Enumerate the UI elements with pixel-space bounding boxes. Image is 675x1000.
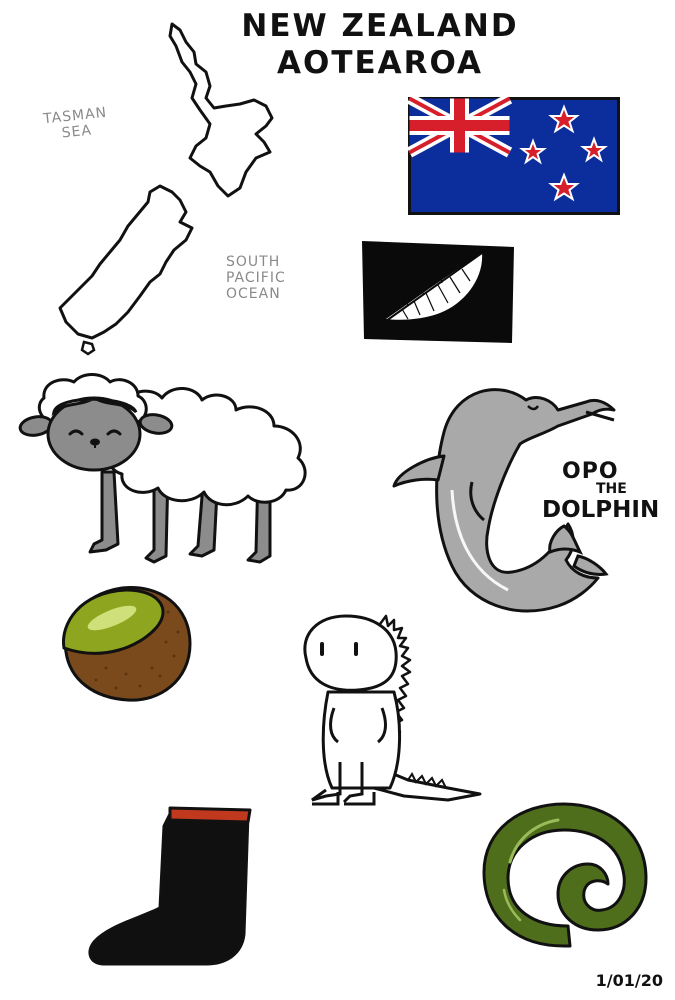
title-line-1: NEW ZEALAND [241,8,519,44]
pacific-ocean-label: SOUTH PACIFIC OCEAN [226,254,286,302]
dolphin-caption-line-2: THE [596,481,627,497]
nz-flag-icon [406,93,620,215]
tuatara-icon [303,614,482,806]
title-line-2: AOTEAROA [276,45,484,81]
dolphin-caption-line-3: DOLPHIN [542,497,660,523]
sheep-icon [18,373,307,564]
date-label: 1/01/20 [595,971,663,990]
tasman-sea-label: TASMAN SEA [42,104,108,142]
kiwifruit-icon [62,586,192,702]
gumboot-icon [88,806,252,966]
page-title: NEW ZEALAND AOTEAROA [210,8,550,82]
koru-pendant-icon [482,802,648,948]
silver-fern-flag-icon [362,241,514,343]
